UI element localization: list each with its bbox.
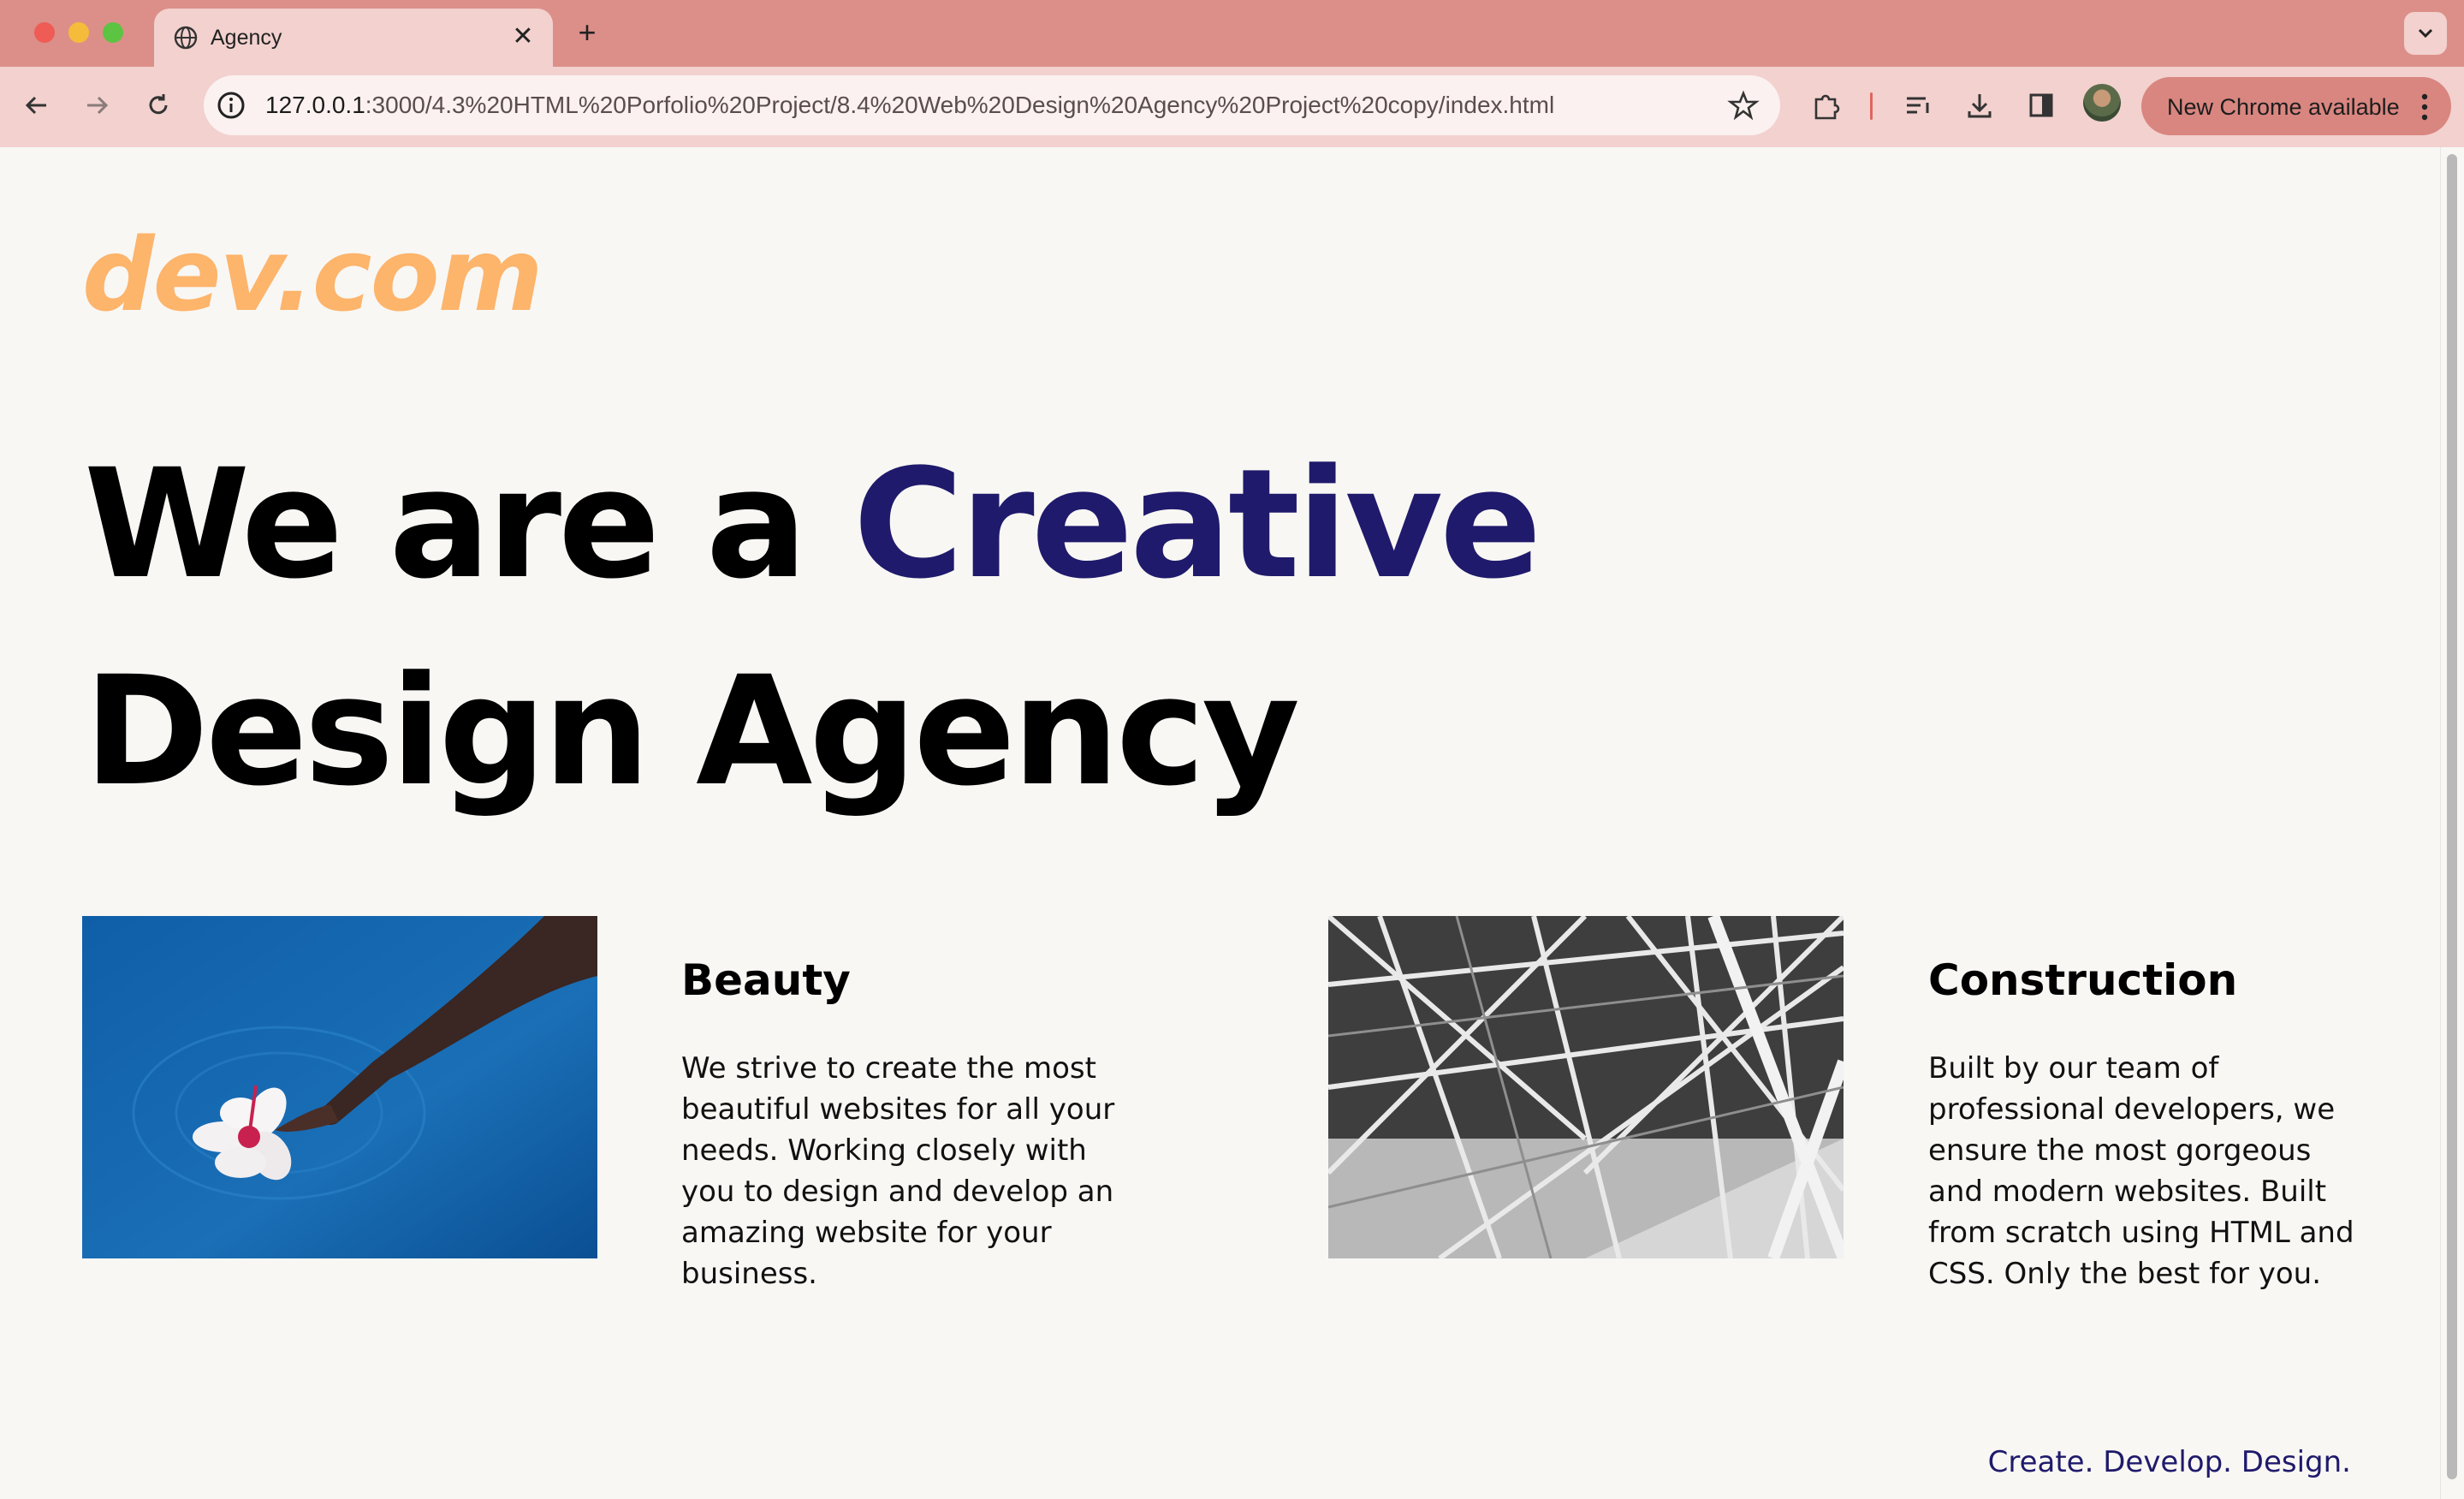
update-label: New Chrome available (2167, 94, 2400, 120)
reload-icon[interactable] (137, 84, 180, 127)
download-icon[interactable] (1958, 84, 2001, 127)
star-icon[interactable] (1727, 89, 1760, 122)
construction-description: Built by our team of professional develo… (1928, 1051, 2354, 1291)
site-logo[interactable]: dev.com (82, 216, 543, 334)
tab-search-button[interactable] (2404, 12, 2447, 55)
profile-avatar[interactable] (2083, 84, 2121, 122)
address-bar[interactable]: 127.0.0.1:3000/4.3%20HTML%20Porfolio%20P… (204, 75, 1780, 135)
hero-line-2: Design Agency (84, 644, 1300, 819)
new-tab-button[interactable]: + (570, 17, 604, 51)
reading-list-icon[interactable] (1897, 84, 1939, 127)
construction-title: Construction (1928, 955, 2238, 1005)
new-chrome-available-button[interactable]: New Chrome available (2141, 77, 2451, 135)
active-tab[interactable]: Agency ✕ (154, 9, 553, 67)
forward-icon[interactable] (75, 84, 118, 127)
construction-image (1328, 916, 1844, 1258)
toolbar-separator (1870, 92, 1873, 120)
globe-icon (174, 26, 198, 50)
url-text: 127.0.0.1:3000/4.3%20HTML%20Porfolio%20P… (265, 92, 1554, 119)
hero-accent-word: Creative (852, 437, 1542, 612)
tab-title: Agency (211, 26, 282, 50)
chevron-down-icon (2418, 28, 2433, 39)
browser-toolbar: 127.0.0.1:3000/4.3%20HTML%20Porfolio%20P… (0, 67, 2464, 147)
beauty-description: We strive to create the most beautiful w… (681, 1051, 1115, 1291)
scrollbar-thumb[interactable] (2447, 154, 2457, 1479)
url-path: :3000/4.3%20HTML%20Porfolio%20Project/8.… (365, 92, 1555, 118)
url-host: 127.0.0.1 (265, 92, 365, 118)
beauty-title: Beauty (681, 955, 851, 1005)
hero-line-1: We are a (84, 437, 853, 612)
beauty-image (82, 916, 597, 1258)
more-icon[interactable] (2420, 92, 2429, 122)
page-viewport: dev.com We are a Creative Design Agency (0, 147, 2464, 1499)
footer-tagline: Create. Develop. Design. (1987, 1445, 2351, 1479)
tab-strip: Agency ✕ + (0, 0, 2464, 67)
minimize-window-button[interactable] (68, 22, 89, 43)
extensions-icon[interactable] (1804, 84, 1847, 127)
close-window-button[interactable] (34, 22, 55, 43)
info-icon[interactable] (216, 90, 246, 121)
hero-heading: We are a Creative Design Agency (84, 421, 1624, 836)
maximize-window-button[interactable] (103, 22, 123, 43)
side-panel-icon[interactable] (2020, 84, 2063, 127)
back-icon[interactable] (15, 84, 58, 127)
page-scrollbar[interactable] (2440, 147, 2464, 1499)
browser-chrome: Agency ✕ + 127.0.0.1:3000/4.3%20HTML%20P… (0, 0, 2464, 147)
close-tab-icon[interactable]: ✕ (508, 22, 537, 51)
